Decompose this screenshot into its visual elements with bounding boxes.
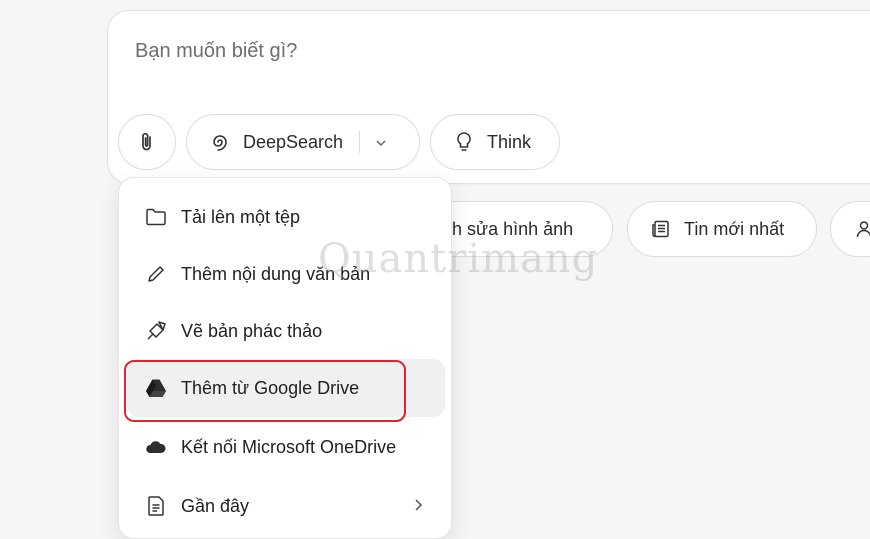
menu-item-onedrive[interactable]: Kết nối Microsoft OneDrive	[127, 418, 445, 476]
menu-item-add-text[interactable]: Thêm nội dung văn bản	[127, 245, 445, 303]
attach-button[interactable]	[118, 114, 176, 170]
brush-icon	[145, 320, 167, 342]
chip-label: Tin mới nhất	[684, 218, 785, 239]
paperclip-icon	[136, 131, 158, 153]
menu-item-label: Thêm từ Google Drive	[181, 377, 360, 398]
menu-item-label: Vẽ bản phác thảo	[181, 320, 323, 341]
attach-menu: Tải lên một tệp Thêm nội dung văn bản Vẽ…	[118, 177, 452, 539]
divider	[359, 131, 361, 153]
menu-item-recent[interactable]: Gần đây	[127, 477, 445, 535]
deepsearch-label: DeepSearch	[243, 131, 344, 152]
menu-item-google-drive[interactable]: Thêm từ Google Drive	[127, 359, 445, 417]
person-icon	[853, 218, 870, 240]
chevron-right-icon	[413, 495, 423, 518]
menu-item-label: Gần đây	[181, 495, 250, 516]
onedrive-icon	[145, 436, 167, 458]
chip-person[interactable]	[830, 201, 870, 257]
folder-icon	[145, 206, 167, 228]
prompt-composer[interactable]: Bạn muốn biết gì? DeepSearch Think	[107, 10, 870, 184]
menu-item-label: Thêm nội dung văn bản	[181, 263, 371, 284]
newspaper-icon	[650, 218, 672, 240]
deepsearch-button[interactable]: DeepSearch	[186, 114, 420, 170]
prompt-input[interactable]: Bạn muốn biết gì?	[135, 40, 297, 63]
think-button[interactable]: Think	[430, 114, 560, 170]
menu-item-draw-sketch[interactable]: Vẽ bản phác thảo	[127, 302, 445, 360]
menu-item-label: Tải lên một tệp	[181, 206, 301, 227]
menu-item-label: Kết nối Microsoft OneDrive	[181, 436, 397, 457]
chip-latest-news[interactable]: Tin mới nhất	[627, 201, 817, 257]
pencil-icon	[145, 263, 167, 285]
chip-label: nh sửa hình ảnh	[442, 218, 574, 239]
lightbulb-icon	[453, 131, 475, 153]
swirl-icon	[209, 131, 231, 153]
chevron-down-icon[interactable]	[374, 132, 388, 153]
think-label: Think	[487, 131, 532, 152]
menu-item-upload-file[interactable]: Tải lên một tệp	[127, 188, 445, 246]
page: Bạn muốn biết gì? DeepSearch Think nh sử…	[0, 0, 870, 539]
google-drive-icon	[145, 377, 167, 399]
document-icon	[145, 495, 167, 517]
